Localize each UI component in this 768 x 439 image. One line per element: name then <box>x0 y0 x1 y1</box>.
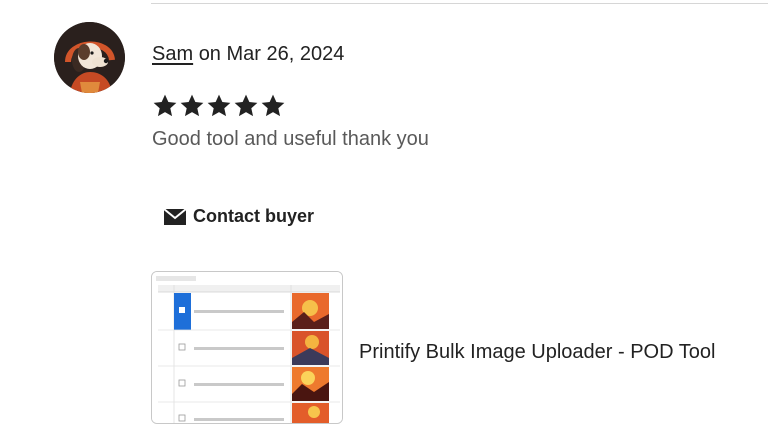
star-rating <box>152 93 286 119</box>
review-text: Good tool and useful thank you <box>152 128 429 150</box>
review-date: on Mar 26, 2024 <box>198 43 345 65</box>
contact-buyer-label: Contact buyer <box>193 206 315 226</box>
mail-icon <box>163 207 187 225</box>
product-thumbnail[interactable] <box>151 271 343 424</box>
product-title-link[interactable]: Printify Bulk Image Uploader - POD Tool <box>359 340 715 364</box>
star-icon <box>261 94 285 117</box>
dog-avatar-icon <box>54 22 125 93</box>
review-header: Sam on Mar 26, 2024 <box>152 42 344 66</box>
contact-buyer-button[interactable]: Contact buyer <box>157 202 320 231</box>
star-icon <box>234 94 258 117</box>
star-icon <box>153 94 177 117</box>
top-divider <box>151 3 768 4</box>
star-icon <box>207 94 231 117</box>
product-screenshot-image <box>152 272 342 423</box>
star-icon <box>180 94 204 117</box>
reviewer-name-link[interactable]: Sam <box>152 43 193 65</box>
reviewer-avatar[interactable] <box>54 22 125 93</box>
